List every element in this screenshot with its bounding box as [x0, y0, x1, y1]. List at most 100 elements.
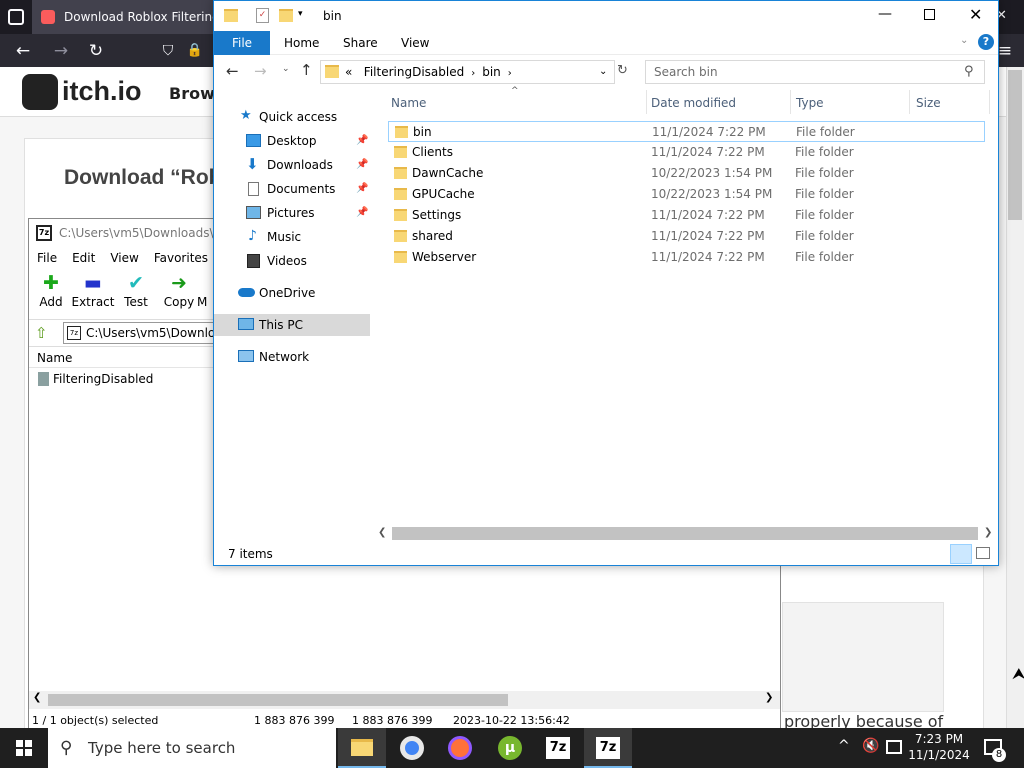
back-arrow-icon[interactable]: ← [226, 62, 239, 80]
itch-logo-text[interactable]: itch.io [62, 76, 142, 107]
close-button[interactable]: ✕ [969, 5, 982, 24]
details-view-icon[interactable] [950, 544, 972, 564]
taskbar-chrome[interactable] [388, 728, 436, 768]
reload-icon[interactable]: ↻ [85, 40, 107, 62]
nav-music[interactable]: ♪ Music [214, 226, 370, 248]
ribbon-tab-file[interactable]: File [214, 31, 270, 55]
column-divider[interactable] [909, 90, 910, 114]
table-row[interactable]: Clients 11/1/2024 7:22 PM File folder [388, 142, 985, 163]
ribbon-tab-share[interactable]: Share [343, 31, 378, 55]
column-name[interactable]: Name [391, 96, 426, 110]
menu-view[interactable]: View [110, 247, 138, 269]
minimize-button[interactable]: — [878, 6, 892, 22]
address-bar[interactable]: « FilteringDisabled › bin › ⌄ [320, 60, 615, 84]
browser-tab[interactable]: Download Roblox Filtering D [32, 0, 222, 34]
scroll-right-icon[interactable]: ❯ [765, 692, 773, 703]
taskbar-search-input[interactable]: Type here to search [48, 728, 336, 768]
nav-network[interactable]: Network [214, 346, 370, 368]
nav-quick-access[interactable]: ★ Quick access [214, 106, 370, 128]
volume-muted-icon[interactable]: 🔇 [862, 738, 879, 754]
taskbar-7zip-1[interactable]: 7z [534, 728, 582, 768]
clock-date: 11/1/2024 [908, 748, 970, 762]
nav-documents[interactable]: Documents 📌 [214, 178, 370, 200]
explorer-hscroll-thumb[interactable] [392, 527, 978, 540]
column-divider[interactable] [989, 90, 990, 114]
table-row[interactable]: shared 11/1/2024 7:22 PM File folder [388, 226, 985, 247]
shield-icon[interactable]: ⛉ [157, 40, 179, 62]
breadcrumb-filteringdisabled[interactable]: FilteringDisabled [364, 65, 464, 79]
browser-scroll-thumb[interactable] [1008, 70, 1022, 220]
address-dropdown-icon[interactable]: ⌄ [599, 61, 607, 83]
file-name: bin [413, 125, 432, 139]
properties-icon[interactable]: ✓ [256, 8, 269, 23]
table-row[interactable]: GPUCache 10/22/2023 1:54 PM File folder [388, 184, 985, 205]
large-icons-view-icon[interactable] [976, 547, 990, 559]
ribbon-expand-icon[interactable]: ⌄ [960, 35, 968, 46]
nav-onedrive[interactable]: OneDrive [214, 282, 370, 304]
up-arrow-icon[interactable]: ↑ [300, 61, 313, 79]
menu-edit[interactable]: Edit [72, 247, 95, 269]
taskbar-utorrent[interactable]: µ [486, 728, 534, 768]
recent-dropdown-icon[interactable]: ⌄ [282, 64, 290, 74]
nav-pictures[interactable]: Pictures 📌 [214, 202, 370, 224]
start-button[interactable] [0, 728, 48, 768]
table-row[interactable]: Webserver 11/1/2024 7:22 PM File folder [388, 247, 985, 268]
scroll-left-icon[interactable]: ❮ [33, 692, 41, 703]
nav-downloads[interactable]: ⬇ Downloads 📌 [214, 154, 370, 176]
tab-list-icon[interactable] [8, 9, 24, 25]
folder-icon [395, 126, 408, 138]
table-row[interactable]: Settings 11/1/2024 7:22 PM File folder [388, 205, 985, 226]
copy-button[interactable]: ➜ Copy [157, 273, 201, 309]
breadcrumb-chevron-icon[interactable]: › [505, 68, 512, 79]
search-input[interactable]: Search bin [645, 60, 985, 84]
chrome-icon [400, 736, 424, 760]
chevron-up-icon[interactable]: ^ [838, 738, 850, 754]
help-icon[interactable]: ? [978, 34, 994, 50]
taskbar-firefox[interactable] [436, 728, 484, 768]
column-date-modified[interactable]: Date modified [651, 96, 736, 110]
back-icon[interactable]: ← [12, 40, 34, 62]
folder-icon [394, 146, 407, 158]
column-divider[interactable] [646, 90, 647, 114]
nav-videos[interactable]: Videos [214, 250, 370, 272]
lock-icon[interactable]: 🔒 [184, 40, 206, 62]
table-row[interactable]: bin 11/1/2024 7:22 PM File folder [388, 121, 985, 142]
column-divider[interactable] [790, 90, 791, 114]
forward-arrow-icon[interactable]: → [254, 62, 267, 80]
new-folder-icon[interactable] [279, 9, 293, 22]
extract-button[interactable]: ▬ Extract [71, 273, 115, 309]
ribbon-tab-home[interactable]: Home [284, 31, 319, 55]
menu-file[interactable]: File [37, 247, 57, 269]
nav-label: Quick access [259, 110, 338, 124]
breadcrumb-bin[interactable]: bin [482, 65, 501, 79]
breadcrumb-overflow[interactable]: « [345, 65, 352, 79]
taskbar-7zip-2[interactable]: 7z [584, 728, 632, 768]
taskbar-explorer[interactable] [338, 728, 386, 768]
breadcrumb-chevron-icon[interactable]: › [468, 68, 478, 79]
sevenzip-hscroll-thumb[interactable] [48, 694, 508, 706]
column-size[interactable]: Size [916, 96, 941, 110]
sevenzip-path-input[interactable]: C:\Users\vm5\Download [63, 322, 219, 344]
scroll-left-icon[interactable]: ❮ [378, 527, 386, 538]
search-icon[interactable]: ⚲ [964, 64, 974, 79]
nav-label: Downloads [267, 158, 333, 172]
nav-this-pc[interactable]: This PC [214, 314, 370, 336]
taskbar-clock[interactable]: 7:23 PM 11/1/2024 [903, 731, 975, 763]
network-status-icon[interactable] [886, 740, 902, 754]
scroll-right-icon[interactable]: ❯ [984, 527, 992, 538]
refresh-icon[interactable]: ↻ [617, 63, 628, 78]
folder-up-icon[interactable]: ⇧ [35, 324, 48, 342]
table-row[interactable]: DawnCache 10/22/2023 1:54 PM File folder [388, 163, 985, 184]
itch-logo-icon[interactable] [22, 74, 58, 110]
test-button[interactable]: ✔ Test [114, 273, 158, 309]
nav-desktop[interactable]: Desktop 📌 [214, 130, 370, 152]
column-type[interactable]: Type [796, 96, 824, 110]
maximize-button[interactable] [924, 9, 935, 20]
add-button[interactable]: ✚ Add [29, 273, 73, 309]
list-item[interactable]: FilteringDisabled [37, 371, 153, 388]
ribbon-tab-view[interactable]: View [401, 31, 429, 55]
address-folder-icon [325, 65, 339, 78]
dropdown-icon[interactable]: ▾ [298, 9, 303, 19]
menu-favorites[interactable]: Favorites [154, 247, 208, 269]
forward-icon[interactable]: → [50, 40, 72, 62]
